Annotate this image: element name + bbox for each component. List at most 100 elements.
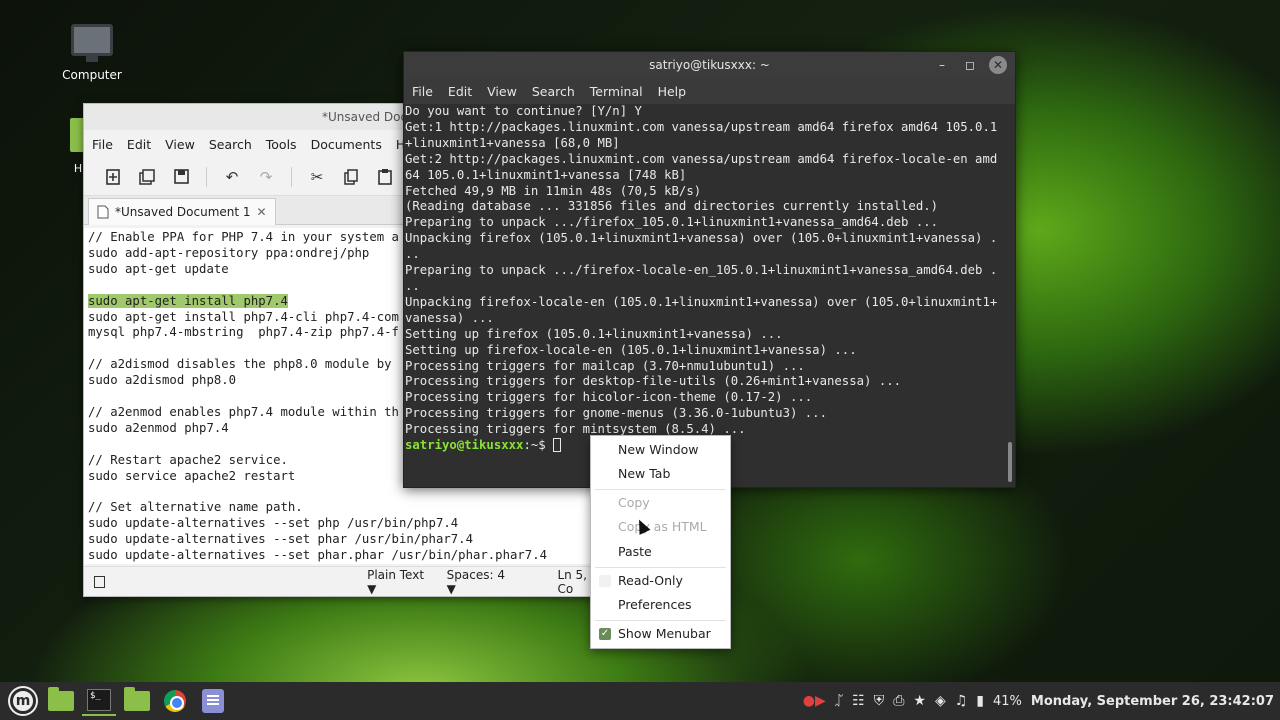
terminal-output[interactable]: Do you want to continue? [Y/n] Y Get:1 ht… bbox=[404, 104, 1004, 487]
terminal-line: Get:2 http://packages.linuxmint.com vane… bbox=[405, 151, 998, 166]
close-icon[interactable]: ✕ bbox=[989, 56, 1007, 74]
new-document-icon[interactable] bbox=[96, 163, 130, 191]
start-menu-button[interactable]: m bbox=[6, 686, 40, 716]
taskbar-show-desktop[interactable] bbox=[44, 686, 78, 716]
toolbar-separator bbox=[206, 166, 207, 187]
menu-item-copy: Copy bbox=[618, 495, 650, 510]
editor-line: sudo update-alternatives --set php /usr/… bbox=[88, 516, 459, 531]
menu-view[interactable]: View bbox=[487, 84, 517, 99]
terminal-line: Setting up firefox-locale-en (105.0.1+li… bbox=[405, 342, 857, 357]
menu-item-label: Show Menubar bbox=[618, 626, 711, 641]
chrome-icon bbox=[164, 690, 186, 712]
home-folder-icon bbox=[70, 118, 84, 152]
editor-line: sudo update-alternatives --set phar.phar… bbox=[88, 548, 548, 563]
taskbar-terminal[interactable]: $_ bbox=[82, 686, 116, 716]
clock[interactable]: Monday, September 26, 23:42:07 bbox=[1031, 694, 1274, 709]
menu-separator bbox=[595, 620, 726, 621]
language-selector[interactable]: Plain Text ▼ bbox=[367, 568, 431, 596]
close-tab-icon[interactable]: ✕ bbox=[257, 205, 267, 219]
terminal-title: satriyo@tikusxxx: ~ bbox=[649, 58, 770, 72]
indent-label: Spaces: 4 bbox=[446, 567, 505, 582]
editor-statusbar: Plain Text ▼ Spaces: 4 ▼ Ln 5, Co bbox=[84, 566, 602, 596]
menu-item-preferences[interactable]: Preferences bbox=[591, 594, 730, 616]
printer-icon[interactable]: ⎙ bbox=[893, 693, 904, 709]
menu-item-read-only[interactable]: Read-Only bbox=[591, 570, 730, 592]
prompt-user: satriyo@tikusxxx bbox=[405, 438, 524, 453]
indent-selector[interactable]: Spaces: 4 ▼ bbox=[447, 568, 512, 596]
paste-icon[interactable] bbox=[368, 163, 402, 191]
terminal-titlebar: satriyo@tikusxxx: ~ – ◻ ✕ bbox=[404, 52, 1015, 78]
terminal-line: Processing triggers for desktop-file-uti… bbox=[405, 374, 902, 389]
editor-line: // Set alternative name path. bbox=[88, 500, 303, 515]
desktop-icon-computer[interactable]: Computer bbox=[60, 24, 124, 82]
copy-icon[interactable] bbox=[334, 163, 368, 191]
menu-file[interactable]: File bbox=[92, 137, 113, 152]
clipboard-icon[interactable]: ☷ bbox=[852, 693, 865, 709]
menu-search[interactable]: Search bbox=[209, 137, 252, 152]
menu-item-new-tab[interactable]: New Tab bbox=[591, 463, 730, 485]
folder-icon bbox=[124, 687, 150, 711]
music-icon[interactable]: ♫ bbox=[955, 693, 968, 709]
menu-item-paste[interactable]: Paste bbox=[591, 541, 730, 563]
terminal-line: Fetched 49,9 MB in 11min 48s (70,5 kB/s) bbox=[405, 183, 702, 198]
menu-terminal[interactable]: Terminal bbox=[590, 84, 643, 99]
minimize-icon[interactable]: – bbox=[933, 56, 951, 74]
menu-item-show-menubar[interactable]: ✓ Show Menubar bbox=[591, 623, 730, 645]
terminal-menubar: File Edit View Search Terminal Help bbox=[404, 78, 1015, 104]
taskbar: m $_ ●▶ ᛢ ☷ ⛨ ⎙ ★ ◈ ♫ ▮ 41% Monday, Sept… bbox=[0, 682, 1280, 720]
menu-search[interactable]: Search bbox=[532, 84, 575, 99]
taskbar-files[interactable] bbox=[120, 686, 154, 716]
terminal-scrollbar[interactable] bbox=[1008, 442, 1012, 482]
terminal-line: .. bbox=[405, 278, 420, 293]
wifi-icon[interactable]: ◈ bbox=[935, 693, 946, 709]
menu-tools[interactable]: Tools bbox=[266, 137, 297, 152]
taskbar-chrome[interactable] bbox=[158, 686, 192, 716]
system-tray: ●▶ ᛢ ☷ ⛨ ⎙ ★ ◈ ♫ ▮ 41% Monday, September… bbox=[803, 682, 1274, 720]
text-editor-icon bbox=[202, 689, 224, 713]
sidebar-toggle-icon[interactable] bbox=[94, 575, 106, 588]
menu-item-new-window[interactable]: New Window bbox=[591, 439, 730, 461]
terminal-line: Processing triggers for mailcap (3.70+nm… bbox=[405, 358, 805, 373]
terminal-line: Unpacking firefox-locale-en (105.0.1+lin… bbox=[405, 294, 998, 309]
redo-icon[interactable]: ↷ bbox=[249, 163, 283, 191]
menu-item-label: Read-Only bbox=[618, 573, 683, 588]
bluetooth-icon[interactable]: ᛢ bbox=[835, 693, 843, 709]
save-icon[interactable] bbox=[164, 163, 198, 191]
menu-help[interactable]: Help bbox=[658, 84, 687, 99]
battery-percentage: 41% bbox=[993, 693, 1022, 709]
terminal-line: Preparing to unpack .../firefox-locale-e… bbox=[405, 263, 998, 278]
document-icon bbox=[97, 205, 109, 219]
terminal-line: Preparing to unpack .../firefox_105.0.1+… bbox=[405, 215, 939, 230]
language-label: Plain Text bbox=[367, 567, 425, 582]
terminal-context-menu: New Window New Tab Copy Copy as HTML Pas… bbox=[590, 435, 731, 649]
tab-unsaved-document-1[interactable]: *Unsaved Document 1 ✕ bbox=[88, 198, 276, 225]
cut-icon[interactable]: ✂ bbox=[300, 163, 334, 191]
terminal-line: Processing triggers for gnome-menus (3.3… bbox=[405, 406, 827, 421]
screen-recorder-icon[interactable]: ●▶ bbox=[803, 693, 826, 709]
terminal-line: vanessa) ... bbox=[405, 310, 494, 325]
desktop-folder-icon bbox=[48, 687, 74, 711]
menu-view[interactable]: View bbox=[165, 137, 195, 152]
undo-icon[interactable]: ↶ bbox=[215, 163, 249, 191]
terminal-line: Unpacking firefox (105.0.1+linuxmint1+va… bbox=[405, 231, 998, 246]
menu-separator bbox=[595, 489, 726, 490]
mint-logo-icon: m bbox=[10, 688, 36, 714]
menu-item-copy-as-html: Copy as HTML bbox=[618, 519, 707, 534]
open-document-icon[interactable] bbox=[130, 163, 164, 191]
terminal-line: 64 105.0.1+linuxmint1+vanessa [748 kB] bbox=[405, 167, 687, 182]
menu-edit[interactable]: Edit bbox=[448, 84, 472, 99]
terminal-line: +linuxmint1+vanessa [68,0 MB] bbox=[405, 135, 620, 150]
menu-documents[interactable]: Documents bbox=[311, 137, 382, 152]
battery-icon[interactable]: ▮ bbox=[976, 693, 984, 709]
tab-label: *Unsaved Document 1 bbox=[115, 205, 251, 219]
menu-file[interactable]: File bbox=[412, 84, 433, 99]
checkmark-icon: ✓ bbox=[599, 628, 611, 640]
taskbar-text-editor[interactable] bbox=[196, 686, 230, 716]
maximize-icon[interactable]: ◻ bbox=[961, 56, 979, 74]
menu-edit[interactable]: Edit bbox=[127, 137, 151, 152]
editor-line: sudo update-alternatives --set phar /usr… bbox=[88, 532, 473, 547]
star-icon[interactable]: ★ bbox=[913, 693, 926, 709]
shield-icon[interactable]: ⛨ bbox=[874, 693, 885, 709]
desktop-icon-label: Computer bbox=[62, 68, 122, 82]
toolbar-separator bbox=[291, 166, 292, 187]
